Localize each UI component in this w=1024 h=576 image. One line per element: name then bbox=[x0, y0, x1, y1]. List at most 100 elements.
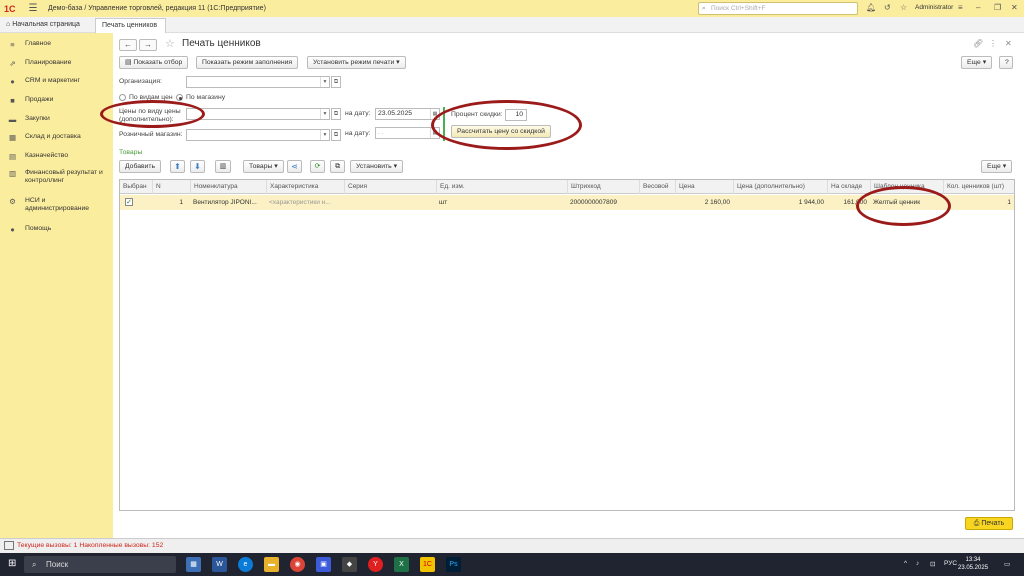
organization-field[interactable]: ▼ bbox=[186, 76, 330, 88]
sidebar-item-purchases[interactable]: ▬ Закупки bbox=[0, 115, 113, 124]
row-selected-checkbox[interactable]: ✓ bbox=[125, 198, 133, 206]
help-button[interactable]: ? bbox=[999, 56, 1013, 69]
file-explorer-icon[interactable]: ▬ bbox=[264, 557, 279, 572]
sidebar-item-main[interactable]: ≡ Главное bbox=[0, 40, 113, 49]
tab-price-tags[interactable]: Печать ценников × bbox=[95, 18, 166, 43]
link-icon[interactable]: 🔗︎ bbox=[973, 39, 983, 48]
monitor-icon[interactable] bbox=[4, 541, 14, 550]
col-unit[interactable]: Ед. изм. bbox=[436, 180, 567, 194]
favorites-star-icon[interactable]: ☆ bbox=[900, 3, 907, 12]
open-price-type-button[interactable]: ⧉ bbox=[331, 108, 341, 120]
calculator-app-icon[interactable]: ▦ bbox=[186, 557, 201, 572]
goods-more-button[interactable]: Еще ▾ bbox=[981, 160, 1013, 173]
refresh-icon[interactable]: ⟳ bbox=[310, 160, 325, 173]
sidebar-item-help[interactable]: ● Помощь bbox=[0, 225, 113, 234]
sidebar-item-warehouse[interactable]: ▦ Склад и доставка bbox=[0, 133, 113, 142]
set-button[interactable]: Установить ▾ bbox=[350, 160, 403, 173]
mode-radio-price-types[interactable] bbox=[119, 94, 126, 101]
move-up-icon[interactable]: ⬆ bbox=[170, 160, 185, 173]
col-barcode[interactable]: Штрихкод bbox=[567, 180, 639, 194]
language-indicator[interactable]: РУС bbox=[944, 560, 957, 567]
tab-home[interactable]: ⌂ Начальная страница bbox=[0, 18, 94, 33]
move-down-icon[interactable]: ⬇ bbox=[190, 160, 205, 173]
more-button[interactable]: Еще ▾ bbox=[961, 56, 993, 69]
cell-barcode[interactable]: 2000000007809 bbox=[567, 195, 639, 210]
set-print-mode-button[interactable]: Установить режим печати ▾ bbox=[307, 56, 406, 69]
sidebar-item-admin[interactable]: ⚙ НСИ и администрирование bbox=[0, 197, 113, 213]
restore-icon[interactable]: ❐ bbox=[994, 3, 1001, 12]
speaker-icon[interactable]: ♪ bbox=[916, 560, 919, 567]
1c-app-icon[interactable]: 1С bbox=[420, 557, 435, 572]
taskbar-clock[interactable]: 13:34 23.05.2025 bbox=[958, 556, 988, 572]
col-price-extra[interactable]: Цена (дополнительно) bbox=[733, 180, 827, 194]
cell-count[interactable]: 1 bbox=[943, 195, 1014, 210]
chrome-app-icon[interactable]: ◉ bbox=[290, 557, 305, 572]
edge-app-icon[interactable]: e bbox=[238, 557, 253, 572]
mode-radio-store[interactable] bbox=[176, 94, 183, 101]
taskbar-search[interactable]: ⌕ Поиск bbox=[24, 556, 176, 573]
sidebar-item-crm[interactable]: ● CRM и маркетинг bbox=[0, 77, 113, 86]
show-fill-mode-button[interactable]: Показать режим заполнения bbox=[196, 56, 299, 69]
open-retail-store-button[interactable]: ⧉ bbox=[331, 129, 341, 141]
col-n[interactable]: N bbox=[152, 180, 190, 194]
close-window-icon[interactable]: ✕ bbox=[1011, 3, 1018, 12]
app-icon[interactable]: ◆ bbox=[342, 557, 357, 572]
windows-start-icon[interactable]: ⊞ bbox=[8, 558, 16, 569]
print-button[interactable]: ⎙ Печать bbox=[965, 517, 1013, 530]
settings-menu-icon[interactable]: ≡ bbox=[958, 3, 963, 12]
col-count[interactable]: Кол. ценников (шт) bbox=[943, 180, 1014, 194]
cell-price[interactable]: 2 160,00 bbox=[675, 195, 733, 210]
col-selected[interactable]: Выбран bbox=[120, 180, 152, 194]
chevron-down-icon[interactable]: ▼ bbox=[320, 130, 329, 140]
history-icon[interactable]: ↺ bbox=[884, 3, 891, 12]
minimize-icon[interactable]: – bbox=[976, 3, 980, 12]
cell-item[interactable]: Вентилятор JIPONI... bbox=[190, 195, 266, 210]
retail-store-field[interactable]: ▼ bbox=[186, 129, 330, 141]
date-field-2[interactable]: . . ▦ bbox=[375, 127, 440, 139]
sidebar-item-planning[interactable]: ⇗ Планирование bbox=[0, 59, 113, 68]
main-menu-icon[interactable]: ☰ bbox=[26, 3, 40, 14]
col-weighted[interactable]: Весовой bbox=[639, 180, 675, 194]
add-row-button[interactable]: Добавить bbox=[119, 160, 162, 173]
cell-price-extra[interactable]: 1 944,00 bbox=[733, 195, 827, 210]
bell-icon[interactable]: 🔔︎ bbox=[866, 3, 876, 12]
cell-series[interactable] bbox=[344, 195, 436, 210]
date-field-1[interactable]: 23.05.2025 ▦ bbox=[375, 108, 440, 120]
favorite-star-icon[interactable]: ☆ bbox=[165, 37, 175, 50]
current-user[interactable]: Administrator bbox=[915, 4, 953, 11]
store-app-icon[interactable]: ▣ bbox=[316, 557, 331, 572]
sidebar-item-sales[interactable]: ■ Продажи bbox=[0, 96, 113, 105]
network-icon[interactable]: ⊡ bbox=[930, 560, 935, 568]
status-calls-text[interactable]: Текущие вызовы: 1 Накопленные вызовы: 15… bbox=[17, 542, 163, 549]
excel-app-icon[interactable]: X bbox=[394, 557, 409, 572]
sidebar-item-treasury[interactable]: ▤ Казначейство bbox=[0, 152, 113, 161]
col-series[interactable]: Серия bbox=[344, 180, 436, 194]
forward-button[interactable]: → bbox=[139, 39, 157, 51]
back-button[interactable]: ← bbox=[119, 39, 137, 51]
show-filter-button[interactable]: ▤ Показать отбор bbox=[119, 56, 189, 69]
barcode-icon[interactable]: ▥ bbox=[215, 160, 231, 173]
more-vertical-icon[interactable]: ⋮ bbox=[989, 39, 997, 48]
open-organization-button[interactable]: ⧉ bbox=[331, 76, 341, 88]
close-form-icon[interactable]: ✕ bbox=[1005, 39, 1012, 48]
photoshop-app-icon[interactable]: Ps bbox=[446, 557, 461, 572]
cell-weighted[interactable] bbox=[639, 195, 675, 210]
col-characteristic[interactable]: Характеристика bbox=[266, 180, 344, 194]
global-search-input[interactable]: ⌕ Поиск Ctrl+Shift+F bbox=[698, 2, 858, 15]
chevron-down-icon[interactable]: ▼ bbox=[320, 77, 329, 87]
chevron-down-icon[interactable]: ▼ bbox=[320, 109, 329, 119]
yandex-app-icon[interactable]: Y bbox=[368, 557, 383, 572]
sidebar-item-finance[interactable]: ▥ Финансовый результат и контроллинг bbox=[0, 169, 113, 185]
col-item[interactable]: Номенклатура bbox=[190, 180, 266, 194]
cell-unit[interactable]: шт bbox=[436, 195, 567, 210]
word-app-icon[interactable]: W bbox=[212, 557, 227, 572]
cell-characteristic[interactable]: <характеристики н... bbox=[266, 195, 344, 210]
col-price[interactable]: Цена bbox=[675, 180, 733, 194]
copy-icon[interactable]: ⧉ bbox=[330, 160, 345, 173]
notifications-icon[interactable]: ▭ bbox=[1004, 560, 1010, 568]
tray-chevron-icon[interactable]: ^ bbox=[904, 560, 907, 567]
price-type-field[interactable]: ▼ bbox=[186, 108, 330, 120]
col-stock[interactable]: На складе bbox=[827, 180, 870, 194]
goods-menu-button[interactable]: Товары ▾ bbox=[243, 160, 284, 173]
share-icon[interactable]: ⋖ bbox=[287, 160, 302, 173]
